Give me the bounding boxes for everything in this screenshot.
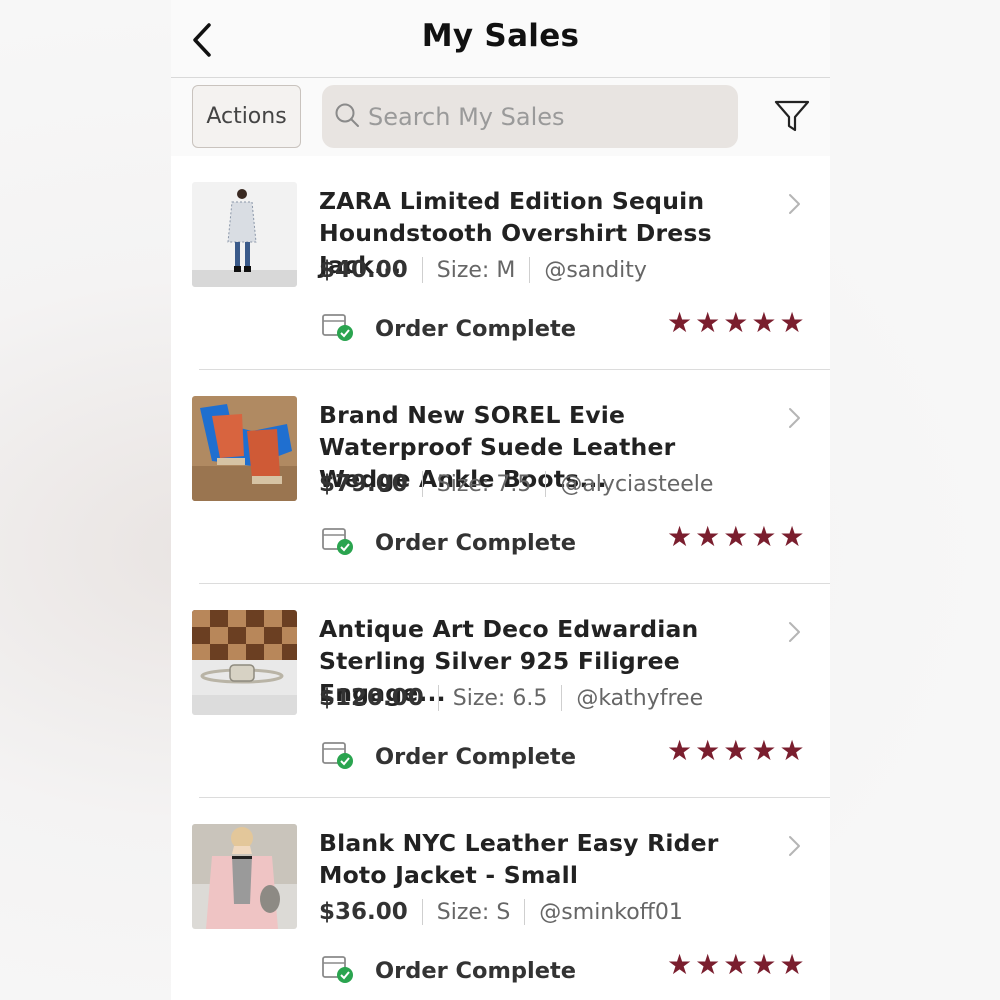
- status-text: Order Complete: [375, 958, 577, 984]
- status-text: Order Complete: [375, 316, 577, 342]
- sale-item[interactable]: ZARA Limited Edition Sequin Houndstooth …: [171, 156, 830, 370]
- item-size: Size: M: [436, 257, 516, 283]
- item-size: Size: 6.5: [452, 685, 548, 711]
- chevron-right-icon[interactable]: [785, 192, 805, 216]
- chevron-right-icon[interactable]: [785, 620, 805, 644]
- star-icon: ★: [667, 520, 693, 553]
- item-meta: $36.00 Size: S @sminkoff01: [319, 896, 683, 928]
- star-icon: ★: [751, 520, 777, 553]
- star-icon: ★: [779, 734, 805, 767]
- separator: [524, 899, 526, 925]
- status-text: Order Complete: [375, 744, 577, 770]
- star-icon: ★: [779, 520, 805, 553]
- item-price: $40.00: [319, 257, 408, 283]
- order-complete-icon: [321, 953, 355, 989]
- sales-screen: My Sales Actions Search My Sales ZARA Li…: [171, 0, 830, 1000]
- toolbar: Actions Search My Sales: [171, 78, 830, 156]
- star-icon: ★: [695, 948, 721, 981]
- order-status: Order Complete: [321, 740, 576, 774]
- product-thumbnail: [192, 182, 297, 287]
- buyer-username[interactable]: @alyciasteele: [560, 472, 713, 497]
- search-icon: [334, 102, 360, 132]
- star-icon: ★: [667, 306, 693, 339]
- star-icon: ★: [695, 520, 721, 553]
- rating-stars: ★ ★ ★ ★ ★: [667, 308, 805, 338]
- chevron-right-icon[interactable]: [785, 834, 805, 858]
- filter-icon[interactable]: [773, 97, 811, 135]
- buyer-username[interactable]: @sandity: [544, 258, 647, 283]
- star-icon: ★: [667, 948, 693, 981]
- separator: [421, 899, 423, 925]
- separator: [421, 257, 423, 283]
- order-status: Order Complete: [321, 312, 576, 346]
- search-placeholder: Search My Sales: [368, 102, 565, 131]
- search-input[interactable]: Search My Sales: [322, 85, 738, 148]
- rating-stars: ★ ★ ★ ★ ★: [667, 950, 805, 980]
- nav-bar: My Sales: [171, 0, 830, 78]
- separator: [529, 257, 531, 283]
- star-icon: ★: [667, 734, 693, 767]
- order-complete-icon: [321, 739, 355, 775]
- separator: [421, 471, 423, 497]
- item-size: Size: S: [436, 899, 511, 925]
- star-icon: ★: [695, 734, 721, 767]
- sales-list: ZARA Limited Edition Sequin Houndstooth …: [171, 156, 830, 1000]
- order-complete-icon: [321, 311, 355, 347]
- item-title: Blank NYC Leather Easy Rider Moto Jacket…: [319, 829, 719, 889]
- product-thumbnail: [192, 610, 297, 715]
- star-icon: ★: [723, 734, 749, 767]
- actions-button[interactable]: Actions: [192, 85, 301, 148]
- separator: [561, 685, 563, 711]
- item-meta: $40.00 Size: M @sandity: [319, 254, 647, 286]
- item-price: $120.00: [319, 685, 424, 711]
- buyer-username[interactable]: @kathyfree: [576, 686, 703, 711]
- status-text: Order Complete: [375, 530, 577, 556]
- separator: [545, 471, 547, 497]
- star-icon: ★: [751, 948, 777, 981]
- rating-stars: ★ ★ ★ ★ ★: [667, 736, 805, 766]
- product-thumbnail: [192, 396, 297, 501]
- star-icon: ★: [723, 306, 749, 339]
- sale-item[interactable]: Blank NYC Leather Easy Rider Moto Jacket…: [171, 798, 830, 1000]
- sale-item[interactable]: Antique Art Deco Edwardian Sterling Silv…: [171, 584, 830, 798]
- item-price: $79.00: [319, 471, 408, 497]
- star-icon: ★: [779, 948, 805, 981]
- page-title: My Sales: [421, 18, 580, 54]
- buyer-username[interactable]: @sminkoff01: [539, 900, 683, 925]
- product-thumbnail: [192, 824, 297, 929]
- separator: [437, 685, 439, 711]
- order-complete-icon: [321, 525, 355, 561]
- rating-stars: ★ ★ ★ ★ ★: [667, 522, 805, 552]
- star-icon: ★: [723, 948, 749, 981]
- chevron-right-icon[interactable]: [785, 406, 805, 430]
- sale-item[interactable]: Brand New SOREL Evie Waterproof Suede Le…: [171, 370, 830, 584]
- star-icon: ★: [779, 306, 805, 339]
- star-icon: ★: [695, 306, 721, 339]
- item-size: Size: 7.5: [436, 471, 532, 497]
- order-status: Order Complete: [321, 526, 576, 560]
- item-price: $36.00: [319, 899, 408, 925]
- star-icon: ★: [751, 306, 777, 339]
- order-status: Order Complete: [321, 954, 576, 988]
- star-icon: ★: [751, 734, 777, 767]
- item-meta: $120.00 Size: 6.5 @kathyfree: [319, 682, 703, 714]
- item-meta: $79.00 Size: 7.5 @alyciasteele: [319, 468, 713, 500]
- star-icon: ★: [723, 520, 749, 553]
